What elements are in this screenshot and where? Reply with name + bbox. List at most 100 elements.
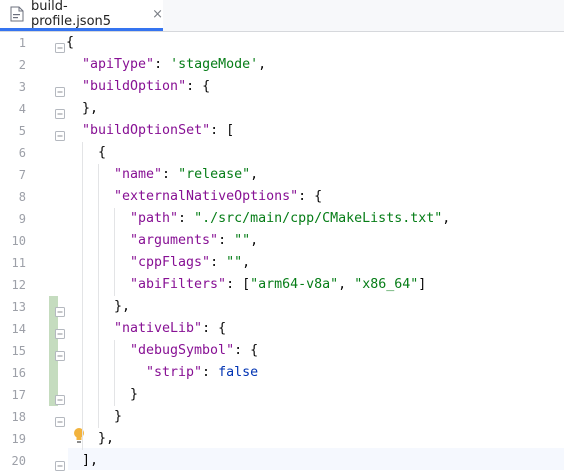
fold-marker-icon[interactable] <box>55 412 65 427</box>
code-token: "" <box>234 233 251 248</box>
code-line: "name": "release", <box>114 164 258 186</box>
code-line: } <box>130 384 138 406</box>
code-token: "name" <box>114 167 163 182</box>
code-line: "debugSymbol": { <box>130 340 258 362</box>
code-token: { <box>98 145 107 160</box>
line-number[interactable]: 9 <box>0 208 26 230</box>
code-token: "./src/main/cpp/CMakeLists.txt" <box>194 211 443 226</box>
line-number[interactable]: 19 <box>0 428 26 450</box>
code-token: } <box>114 409 123 424</box>
line-number[interactable]: 4 <box>0 98 26 120</box>
code-line: }, <box>98 428 114 450</box>
code-token: "apiType" <box>82 57 155 72</box>
line-number[interactable]: 17 <box>0 384 26 406</box>
code-token: }, <box>98 431 115 446</box>
code-token: "arm64-v8a" <box>250 277 339 292</box>
code-token: , <box>250 167 259 182</box>
code-line: } <box>114 406 122 428</box>
code-line: "externalNativeOptions": { <box>114 186 322 208</box>
line-number[interactable]: 10 <box>0 230 26 252</box>
code-line: { <box>98 142 106 164</box>
indent-guide <box>98 164 99 428</box>
code-token: : <box>210 255 227 270</box>
code-token: }, <box>114 299 131 314</box>
line-number[interactable]: 13 <box>0 296 26 318</box>
tab-build-profile[interactable]: build-profile.json5 × <box>0 0 163 31</box>
code-token: "" <box>226 255 243 270</box>
code-token: }, <box>82 101 99 116</box>
indent-guide <box>82 142 83 450</box>
code-token: : [ <box>210 123 235 138</box>
fold-marker-icon[interactable] <box>55 456 65 471</box>
fold-marker-icon[interactable] <box>55 390 65 405</box>
code-line: "nativeLib": { <box>114 318 226 340</box>
code-token: : { <box>234 343 259 358</box>
code-line: }, <box>82 98 98 120</box>
line-number[interactable]: 11 <box>0 252 26 274</box>
code-line: { <box>66 32 74 54</box>
code-token: ] <box>418 277 427 292</box>
code-token: } <box>130 387 139 402</box>
tab-label: build-profile.json5 <box>31 0 112 29</box>
fold-marker-icon[interactable] <box>55 82 65 97</box>
code-token: "abiFilters" <box>130 277 227 292</box>
line-number[interactable]: 3 <box>0 76 26 98</box>
code-line: }, <box>114 296 130 318</box>
fold-marker-icon[interactable] <box>55 104 65 119</box>
code-token: , <box>258 57 267 72</box>
indent-guide <box>114 340 115 406</box>
code-token: ], <box>82 453 99 468</box>
line-number[interactable]: 6 <box>0 142 26 164</box>
editor-tab-bar: build-profile.json5 × <box>0 0 564 32</box>
fold-marker-icon[interactable] <box>55 302 65 317</box>
code-token: : { <box>186 79 211 94</box>
code-line: ], <box>82 450 98 472</box>
code-token: false <box>218 365 259 380</box>
code-token: "cppFlags" <box>130 255 211 270</box>
fold-marker-icon[interactable] <box>55 38 65 53</box>
code-token: 'stageMode' <box>170 57 259 72</box>
line-number[interactable]: 7 <box>0 164 26 186</box>
code-token: "externalNativeOptions" <box>114 189 299 204</box>
code-line: "buildOption": { <box>82 76 210 98</box>
json-file-icon <box>10 6 24 22</box>
lightbulb-icon[interactable] <box>73 427 85 445</box>
line-number[interactable]: 18 <box>0 406 26 428</box>
code-token: : <box>178 211 195 226</box>
code-line: "arguments": "", <box>130 230 258 252</box>
code-token: : <box>202 365 219 380</box>
code-token: : [ <box>226 277 251 292</box>
line-number[interactable]: 15 <box>0 340 26 362</box>
line-number[interactable]: 12 <box>0 274 26 296</box>
code-token: , <box>250 233 259 248</box>
fold-marker-icon[interactable] <box>55 126 65 141</box>
code-token: { <box>66 35 75 50</box>
code-token: : { <box>202 321 227 336</box>
fold-marker-icon[interactable] <box>55 346 65 361</box>
line-number[interactable]: 14 <box>0 318 26 340</box>
line-number[interactable]: 20 <box>0 450 26 472</box>
code-token: "release" <box>178 167 251 182</box>
code-line: "cppFlags": "", <box>130 252 250 274</box>
code-line: "abiFilters": ["arm64-v8a", "x86_64"] <box>130 274 426 296</box>
code-token: : <box>162 167 179 182</box>
line-number[interactable]: 16 <box>0 362 26 384</box>
code-token: , <box>242 255 251 270</box>
line-number[interactable]: 2 <box>0 54 26 76</box>
indent-guide <box>114 208 115 296</box>
line-number[interactable]: 1 <box>0 32 26 54</box>
close-icon[interactable]: × <box>152 7 163 22</box>
line-number[interactable]: 8 <box>0 186 26 208</box>
code-token: "strip" <box>146 365 203 380</box>
line-number[interactable]: 5 <box>0 120 26 142</box>
fold-marker-icon[interactable] <box>55 324 65 339</box>
code-line: "path": "./src/main/cpp/CMakeLists.txt", <box>130 208 450 230</box>
code-editor[interactable]: 1 2 3 4 5 6 7 8 9 10 11 12 13 14 15 16 17 18 19 20 {"apiTyp… <box>0 32 564 472</box>
code-token: , <box>442 211 451 226</box>
code-token: "nativeLib" <box>114 321 203 336</box>
code-line: "buildOptionSet": [ <box>82 120 234 142</box>
editor-gutter: 1 2 3 4 5 6 7 8 9 10 11 12 13 14 15 16 17 18 19 20 <box>0 32 84 472</box>
code-token: "buildOption" <box>82 79 187 94</box>
code-token: "x86_64" <box>354 277 419 292</box>
code-token: , <box>338 277 355 292</box>
